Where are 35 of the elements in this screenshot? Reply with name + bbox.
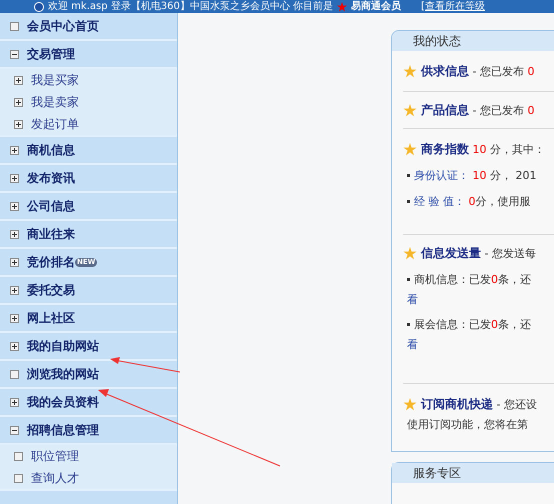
status-line: 商务指数 10 分，其中：	[421, 140, 545, 158]
submenu-item[interactable]: 我是卖家	[31, 93, 79, 111]
member-level: 易商通会员	[351, 0, 402, 12]
submenu-item[interactable]: 查询人才	[31, 469, 79, 487]
status-line: 供求信息 - 您已发布 0	[421, 62, 534, 80]
submenu-item[interactable]: 我是买家	[31, 71, 79, 89]
menu-item[interactable]: 招聘信息管理	[27, 421, 99, 439]
menu-item[interactable]: 发布资讯	[27, 169, 75, 187]
panel-title: 服务专区	[392, 463, 554, 483]
status-detail: 展会信息：已发0条，还	[407, 317, 531, 334]
menu-item[interactable]: 会员中心首页	[27, 17, 99, 35]
menu-item[interactable]: 浏览我的网站	[27, 365, 99, 383]
view-level-link[interactable]: [查看所在等级	[421, 0, 485, 12]
menu-item[interactable]: 竞价排名	[27, 253, 75, 271]
menu-item[interactable]: 网上社区	[27, 309, 75, 327]
status-detail: 商机信息：已发0条，还	[407, 272, 531, 288]
menu-item[interactable]: 我的自助网站	[27, 337, 99, 355]
status-detail: 经 验 值： 0分，使用服	[407, 194, 530, 210]
welcome-text: 欢迎 mk.asp 登录【机电360】中国水泵之乡会员中心 你目前是	[48, 0, 334, 12]
menu-item[interactable]: 委托交易	[27, 281, 75, 299]
menu-item[interactable]: 商业往来	[27, 225, 75, 243]
status-detail: 看	[407, 336, 418, 352]
menu-item[interactable]: 商机信息	[27, 141, 75, 159]
menu-item[interactable]: 交易管理	[27, 45, 75, 63]
status-line: 订阅商机快递 - 您还设	[421, 396, 537, 413]
status-detail: 看	[407, 292, 418, 308]
status-detail: 身份认证： 10 分， 201	[407, 168, 536, 184]
status-line: 产品信息 - 您已发布 0	[421, 102, 534, 119]
submenu-item[interactable]: 职位管理	[31, 447, 79, 465]
status-line: 信息发送量 - 您发送每	[421, 244, 536, 262]
menu-item[interactable]: 我的会员资料	[27, 393, 99, 411]
submenu-item[interactable]: 发起订单	[31, 115, 79, 133]
status-detail: 使用订阅功能，您将在第	[407, 417, 528, 433]
menu-item[interactable]: 公司信息	[27, 197, 75, 215]
panel-title: 我的状态	[392, 31, 554, 51]
